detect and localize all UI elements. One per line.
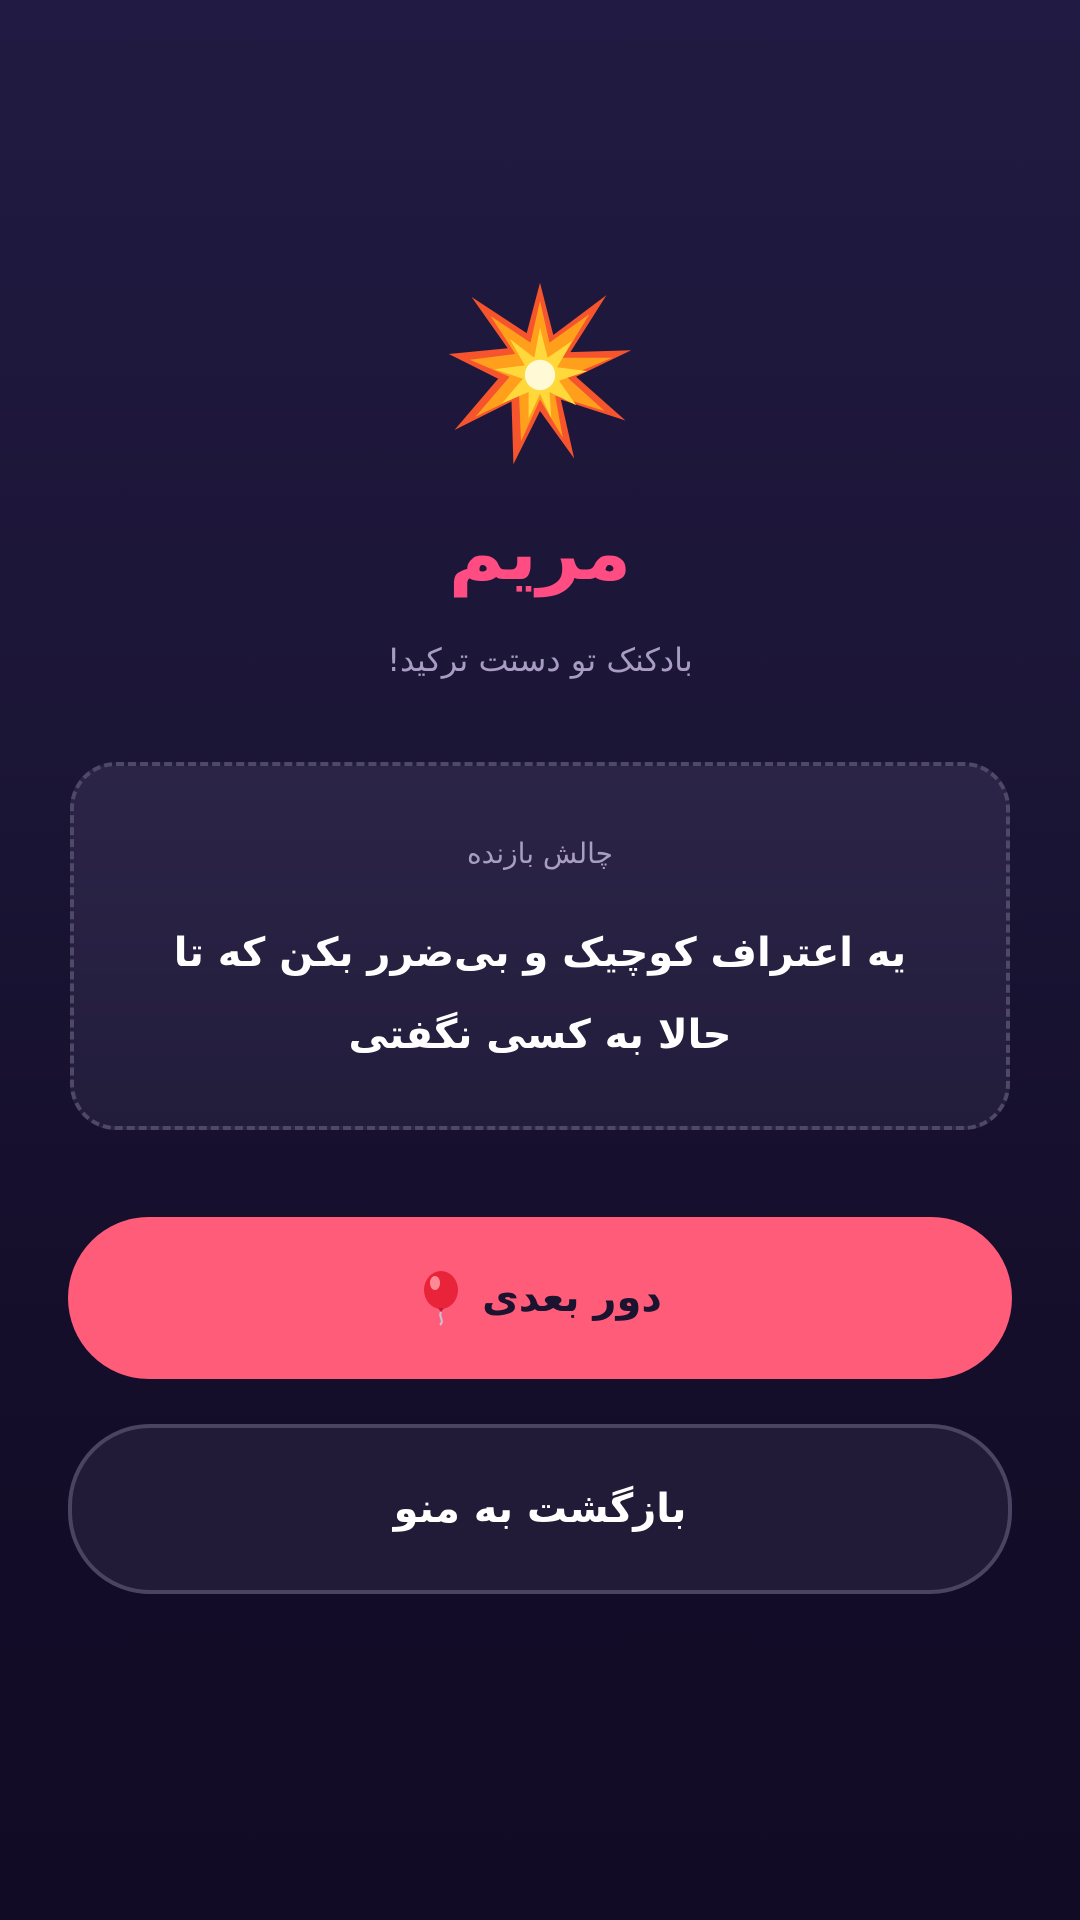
challenge-card: چالش بازنده یه اعتراف کوچیک و بی‌ضرر بکن… <box>70 762 1010 1130</box>
next-round-button[interactable]: دور بعدی <box>68 1217 1012 1379</box>
next-round-label: دور بعدی <box>482 1275 662 1321</box>
challenge-text: یه اعتراف کوچیک و بی‌ضرر بکن که تا حالا … <box>173 930 907 1058</box>
back-to-menu-label: بازگشت به منو <box>393 1486 687 1532</box>
balloon-icon <box>418 1270 464 1326</box>
result-screen: مریم بادکنک تو دستت ترکید! چالش بازنده ی… <box>0 0 1080 1920</box>
player-name: مریم <box>448 508 632 597</box>
result-message: بادکنک تو دستت ترکید! <box>387 641 693 679</box>
back-to-menu-button[interactable]: بازگشت به منو <box>68 1424 1012 1594</box>
challenge-label: چالش بازنده <box>467 837 613 870</box>
collision-burst-icon <box>440 278 640 468</box>
